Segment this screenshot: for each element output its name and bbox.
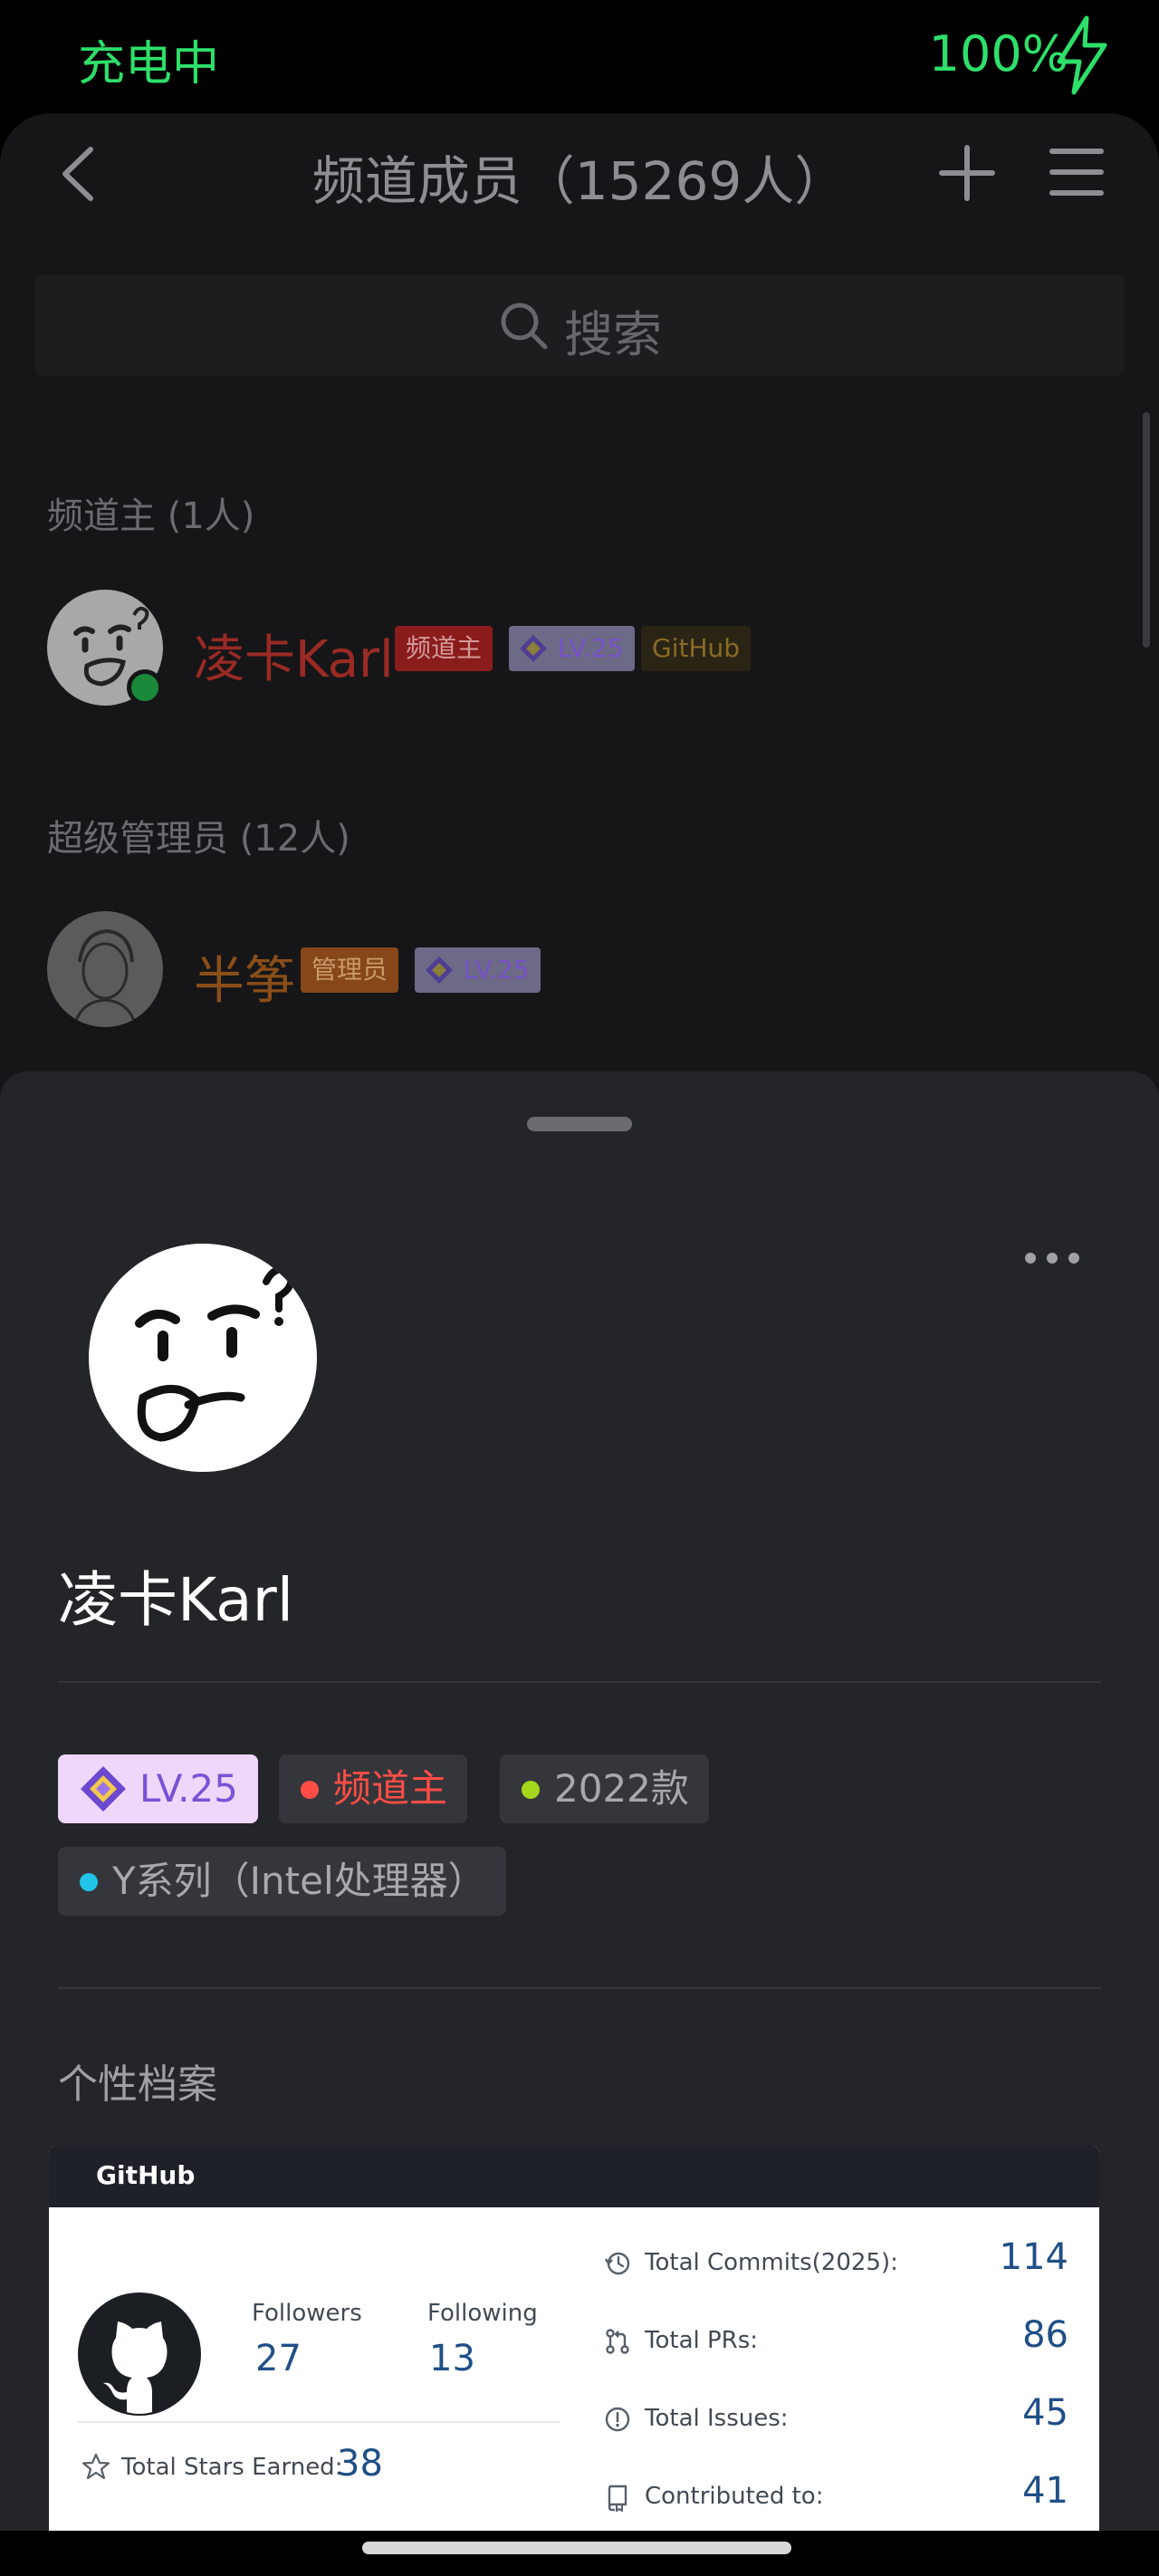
status-dot (522, 1781, 540, 1799)
issue-icon (605, 2407, 630, 2432)
owner-tag: 频道主 (395, 626, 493, 671)
online-status-dot (127, 669, 163, 706)
hamburger-icon[interactable] (1049, 144, 1105, 200)
divider (58, 1681, 1101, 1683)
section-title-admins: 超级管理员 (12人) (47, 818, 350, 860)
level-tag: LV.25 (509, 626, 635, 671)
profile-sheet: 凌卡Karl LV.25 频道主 2022款 Y系列（Intel处理器） 个性档… (0, 1072, 1159, 2531)
status-bar: 充电中 100% (0, 0, 1159, 113)
stat-label: Contributed to: (645, 2483, 824, 2510)
github-tag: GitHub (641, 626, 752, 671)
level-tag-label: LV.25 (558, 633, 624, 663)
star-icon (81, 2453, 110, 2480)
level-tag: LV.25 (415, 947, 541, 993)
level-gem-icon (520, 635, 547, 662)
followers-label: Followers (252, 2300, 362, 2327)
member-name: 凌卡Karl (194, 630, 394, 689)
member-list-screen: 频道成员（15269人） 搜索 频道主 (1人) 凌卡Karl 频道主 LV.2… (0, 113, 1159, 1164)
more-options-icon[interactable] (1023, 1249, 1081, 1267)
avatar (47, 911, 163, 1027)
series-chip-label: Y系列（Intel处理器） (112, 1859, 486, 1903)
repo-icon (608, 2485, 627, 2512)
scrollbar[interactable] (1143, 412, 1150, 648)
stars-count: 38 (337, 2443, 383, 2485)
stat-value: 41 (1022, 2470, 1068, 2512)
github-logo-icon (78, 2292, 201, 2416)
following-label: Following (427, 2300, 538, 2327)
profile-avatar[interactable] (89, 1244, 317, 1472)
github-card-header: GitHub (49, 2146, 1099, 2207)
stat-value: 114 (999, 2236, 1068, 2278)
archive-section-title: 个性档案 (58, 2062, 217, 2108)
series-chip: Y系列（Intel处理器） (58, 1847, 506, 1916)
stat-value: 45 (1022, 2392, 1068, 2434)
stat-label: Total Commits(2025): (645, 2249, 898, 2276)
stat-label: Total PRs: (645, 2327, 759, 2354)
owner-chip-label: 频道主 (333, 1766, 448, 1811)
home-indicator[interactable] (362, 2542, 791, 2554)
search-input[interactable]: 搜索 (34, 274, 1125, 376)
pull-request-icon (606, 2329, 629, 2354)
top-nav: 频道成员（15269人） (0, 113, 1159, 231)
history-icon (604, 2252, 630, 2275)
stat-label: Total Issues: (645, 2405, 789, 2432)
charging-bolt-icon (1057, 15, 1107, 95)
battery-percent: 100% (928, 25, 1068, 82)
level-gem-icon (426, 956, 453, 984)
level-tag-label: LV.25 (464, 955, 530, 985)
level-gem-icon (81, 1766, 126, 1812)
section-title-owner: 频道主 (1人) (47, 495, 255, 537)
profile-name: 凌卡Karl (58, 1565, 294, 1635)
followers-count: 27 (255, 2338, 302, 2379)
status-dot (80, 1873, 98, 1891)
search-icon (501, 303, 548, 350)
level-chip-label: LV.25 (139, 1766, 238, 1811)
following-count: 13 (429, 2338, 475, 2379)
github-stats-card[interactable]: GitHub Followers 27 Following 13 Total S… (49, 2146, 1099, 2531)
plus-icon[interactable] (938, 144, 996, 202)
sheet-drag-handle[interactable] (527, 1117, 632, 1131)
status-dot (301, 1781, 319, 1799)
owner-chip: 频道主 (279, 1754, 468, 1823)
member-row[interactable]: 半筝 管理员 LV.25 (47, 911, 1043, 1029)
charging-status: 充电中 (78, 37, 220, 91)
model-year-chip-label: 2022款 (554, 1766, 689, 1811)
github-card-title: GitHub (96, 2160, 196, 2190)
member-name: 半筝 (194, 952, 295, 1011)
stars-label: Total Stars Earned: (121, 2454, 343, 2481)
model-year-chip: 2022款 (500, 1754, 709, 1823)
level-chip: LV.25 (58, 1754, 258, 1823)
member-row[interactable]: 凌卡Karl 频道主 LV.25 GitHub (47, 590, 1043, 707)
admin-tag: 管理员 (301, 947, 399, 993)
divider (78, 2421, 560, 2423)
divider (58, 1987, 1101, 1989)
stat-value: 86 (1022, 2314, 1068, 2356)
search-placeholder: 搜索 (564, 306, 662, 363)
